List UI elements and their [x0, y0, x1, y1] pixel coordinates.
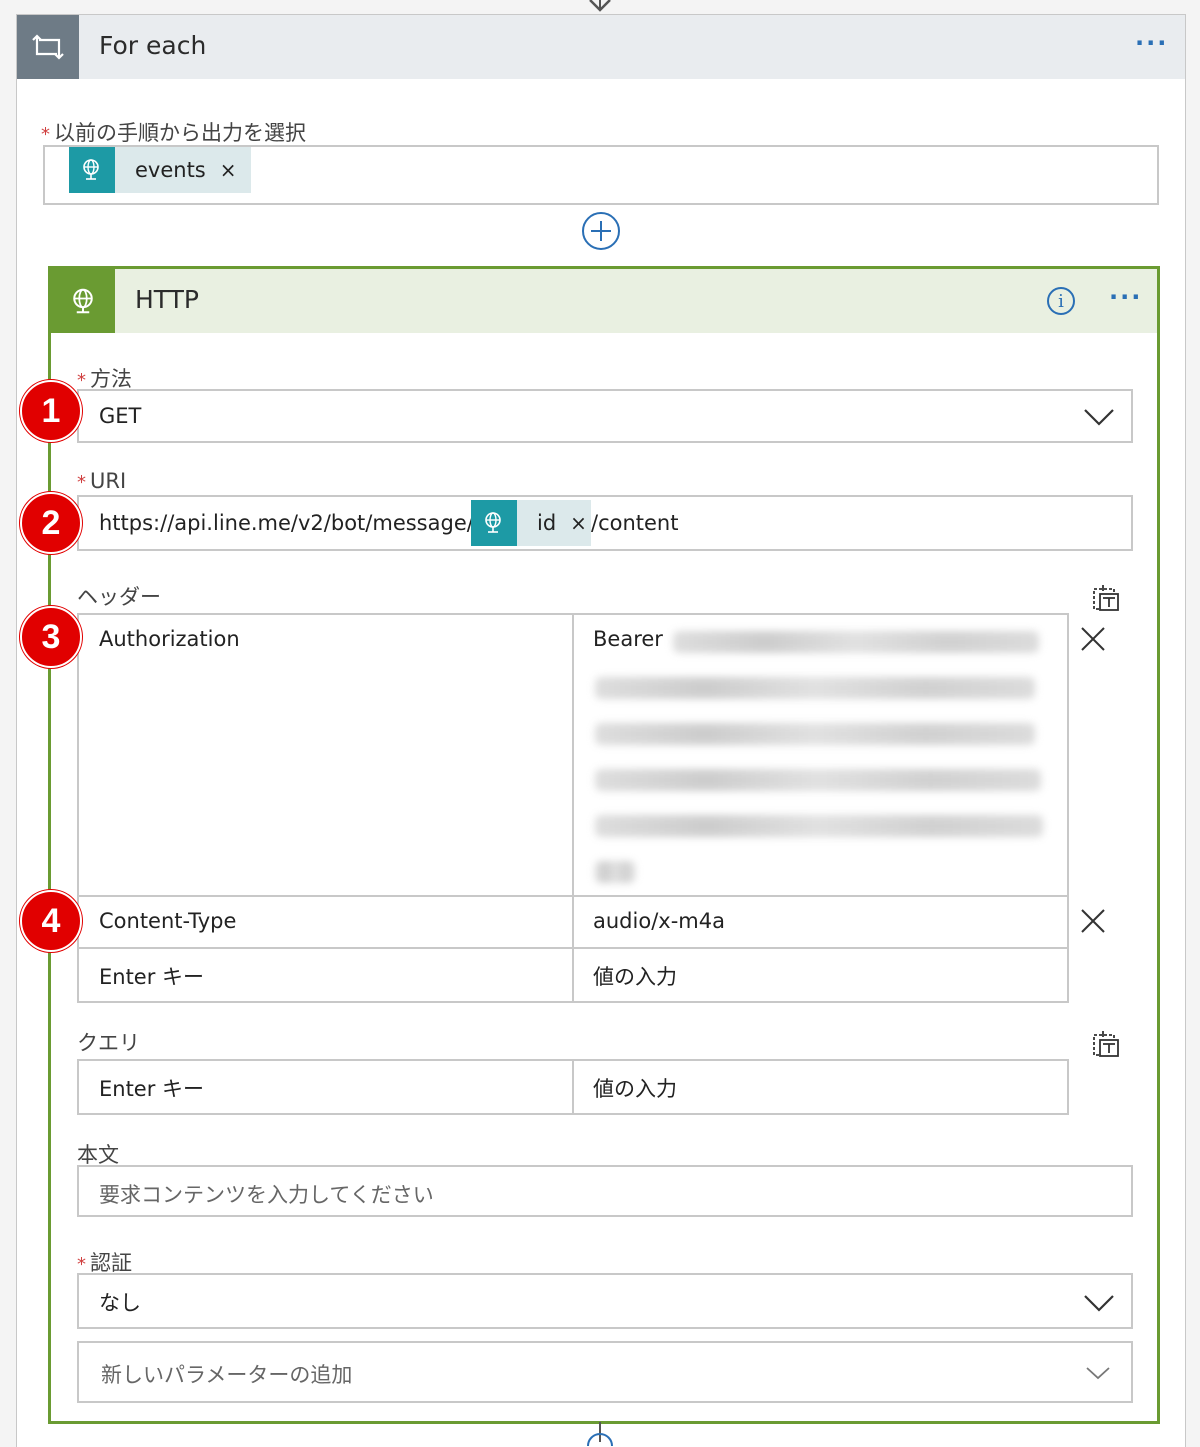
header-value-input[interactable]: 値の入力 [593, 961, 677, 991]
uri-label: * URI [77, 469, 126, 493]
annotation-badge-2: 2 [20, 492, 82, 554]
id-token[interactable]: id × [471, 500, 591, 546]
queries-table: Enter キー 値の入力 [77, 1059, 1069, 1115]
required-marker: * [41, 124, 50, 145]
required-marker: * [77, 1254, 86, 1275]
http-title: HTTP [135, 285, 199, 314]
column-divider [572, 615, 574, 1001]
annotation-badge-1: 1 [20, 380, 82, 442]
method-select[interactable]: GET [77, 389, 1133, 443]
uri-field[interactable]: https://api.line.me/v2/bot/message/ id ×… [77, 495, 1133, 551]
auth-value: なし [99, 1291, 141, 1315]
header-key-input[interactable]: Enter キー [99, 961, 204, 991]
uri-label-text: URI [90, 469, 127, 493]
chevron-down-icon[interactable] [1083, 1293, 1115, 1313]
chevron-down-icon[interactable] [1083, 407, 1115, 427]
foreach-header[interactable]: For each ··· [17, 15, 1185, 79]
http-action-card: HTTP i ··· * 方法 GET * URI https://api.line… [48, 266, 1160, 1424]
annotation-badge-4: 4 [20, 890, 82, 952]
method-value: GET [99, 404, 142, 428]
row-divider [79, 895, 1067, 897]
id-token-label: id [537, 511, 557, 535]
chevron-down-icon[interactable] [1085, 1365, 1111, 1381]
select-output-field[interactable]: events × [43, 145, 1159, 205]
close-icon[interactable] [1079, 907, 1107, 935]
plus-circle-icon[interactable] [581, 211, 621, 251]
uri-suffix-text: /content [591, 511, 679, 535]
events-token[interactable]: events × [69, 147, 251, 193]
switch-to-text-mode-icon[interactable] [1091, 1029, 1121, 1059]
annotation-badge-3: 3 [20, 606, 82, 668]
connector-arrow-top [589, 0, 611, 12]
column-divider [572, 1061, 574, 1113]
query-key-input[interactable]: Enter キー [99, 1073, 204, 1103]
loop-icon [17, 15, 79, 79]
add-parameter-placeholder: 新しいパラメーターの追加 [101, 1363, 353, 1387]
globe-icon [471, 500, 517, 546]
globe-icon [69, 147, 115, 193]
foreach-more-options-icon[interactable]: ··· [1135, 29, 1168, 57]
auth-label-text: 認証 [90, 1251, 132, 1275]
events-token-remove[interactable]: × [220, 158, 237, 182]
close-icon[interactable] [1079, 625, 1107, 653]
row-divider [79, 947, 1067, 949]
uri-prefix-text: https://api.line.me/v2/bot/message/ [99, 511, 474, 535]
globe-icon [51, 269, 115, 333]
http-more-options-icon[interactable]: ··· [1109, 283, 1142, 311]
select-output-label-text: 以前の手順から出力を選択 [54, 121, 306, 145]
method-label-text: 方法 [90, 367, 132, 391]
foreach-title: For each [99, 31, 207, 60]
body-placeholder: 要求コンテンツを入力してください [99, 1183, 434, 1207]
headers-table: Authorization Bearer Content-Type audio/… [77, 613, 1069, 1003]
id-token-remove[interactable]: × [570, 511, 587, 535]
query-value-input[interactable]: 値の入力 [593, 1073, 677, 1103]
auth-select[interactable]: なし [77, 1273, 1133, 1329]
header-value-content-type[interactable]: audio/x-m4a [593, 909, 725, 933]
http-header[interactable]: HTTP i ··· [51, 269, 1157, 333]
events-token-label: events [135, 158, 206, 182]
connector-arrow-bottom [587, 1422, 613, 1446]
body-input[interactable]: 要求コンテンツを入力してください [77, 1165, 1133, 1217]
required-marker: * [77, 472, 86, 493]
required-marker: * [77, 370, 86, 391]
header-value-authorization[interactable]: Bearer [593, 627, 663, 651]
select-output-label: * 以前の手順から出力を選択 [41, 117, 306, 147]
headers-label: ヘッダー [77, 585, 161, 609]
add-parameter-select[interactable]: 新しいパラメーターの追加 [77, 1341, 1133, 1403]
info-icon[interactable]: i [1047, 287, 1075, 315]
queries-label: クエリ [77, 1031, 140, 1055]
switch-to-text-mode-icon[interactable] [1091, 583, 1121, 613]
header-key-authorization[interactable]: Authorization [99, 627, 240, 651]
header-key-content-type[interactable]: Content-Type [99, 909, 236, 933]
